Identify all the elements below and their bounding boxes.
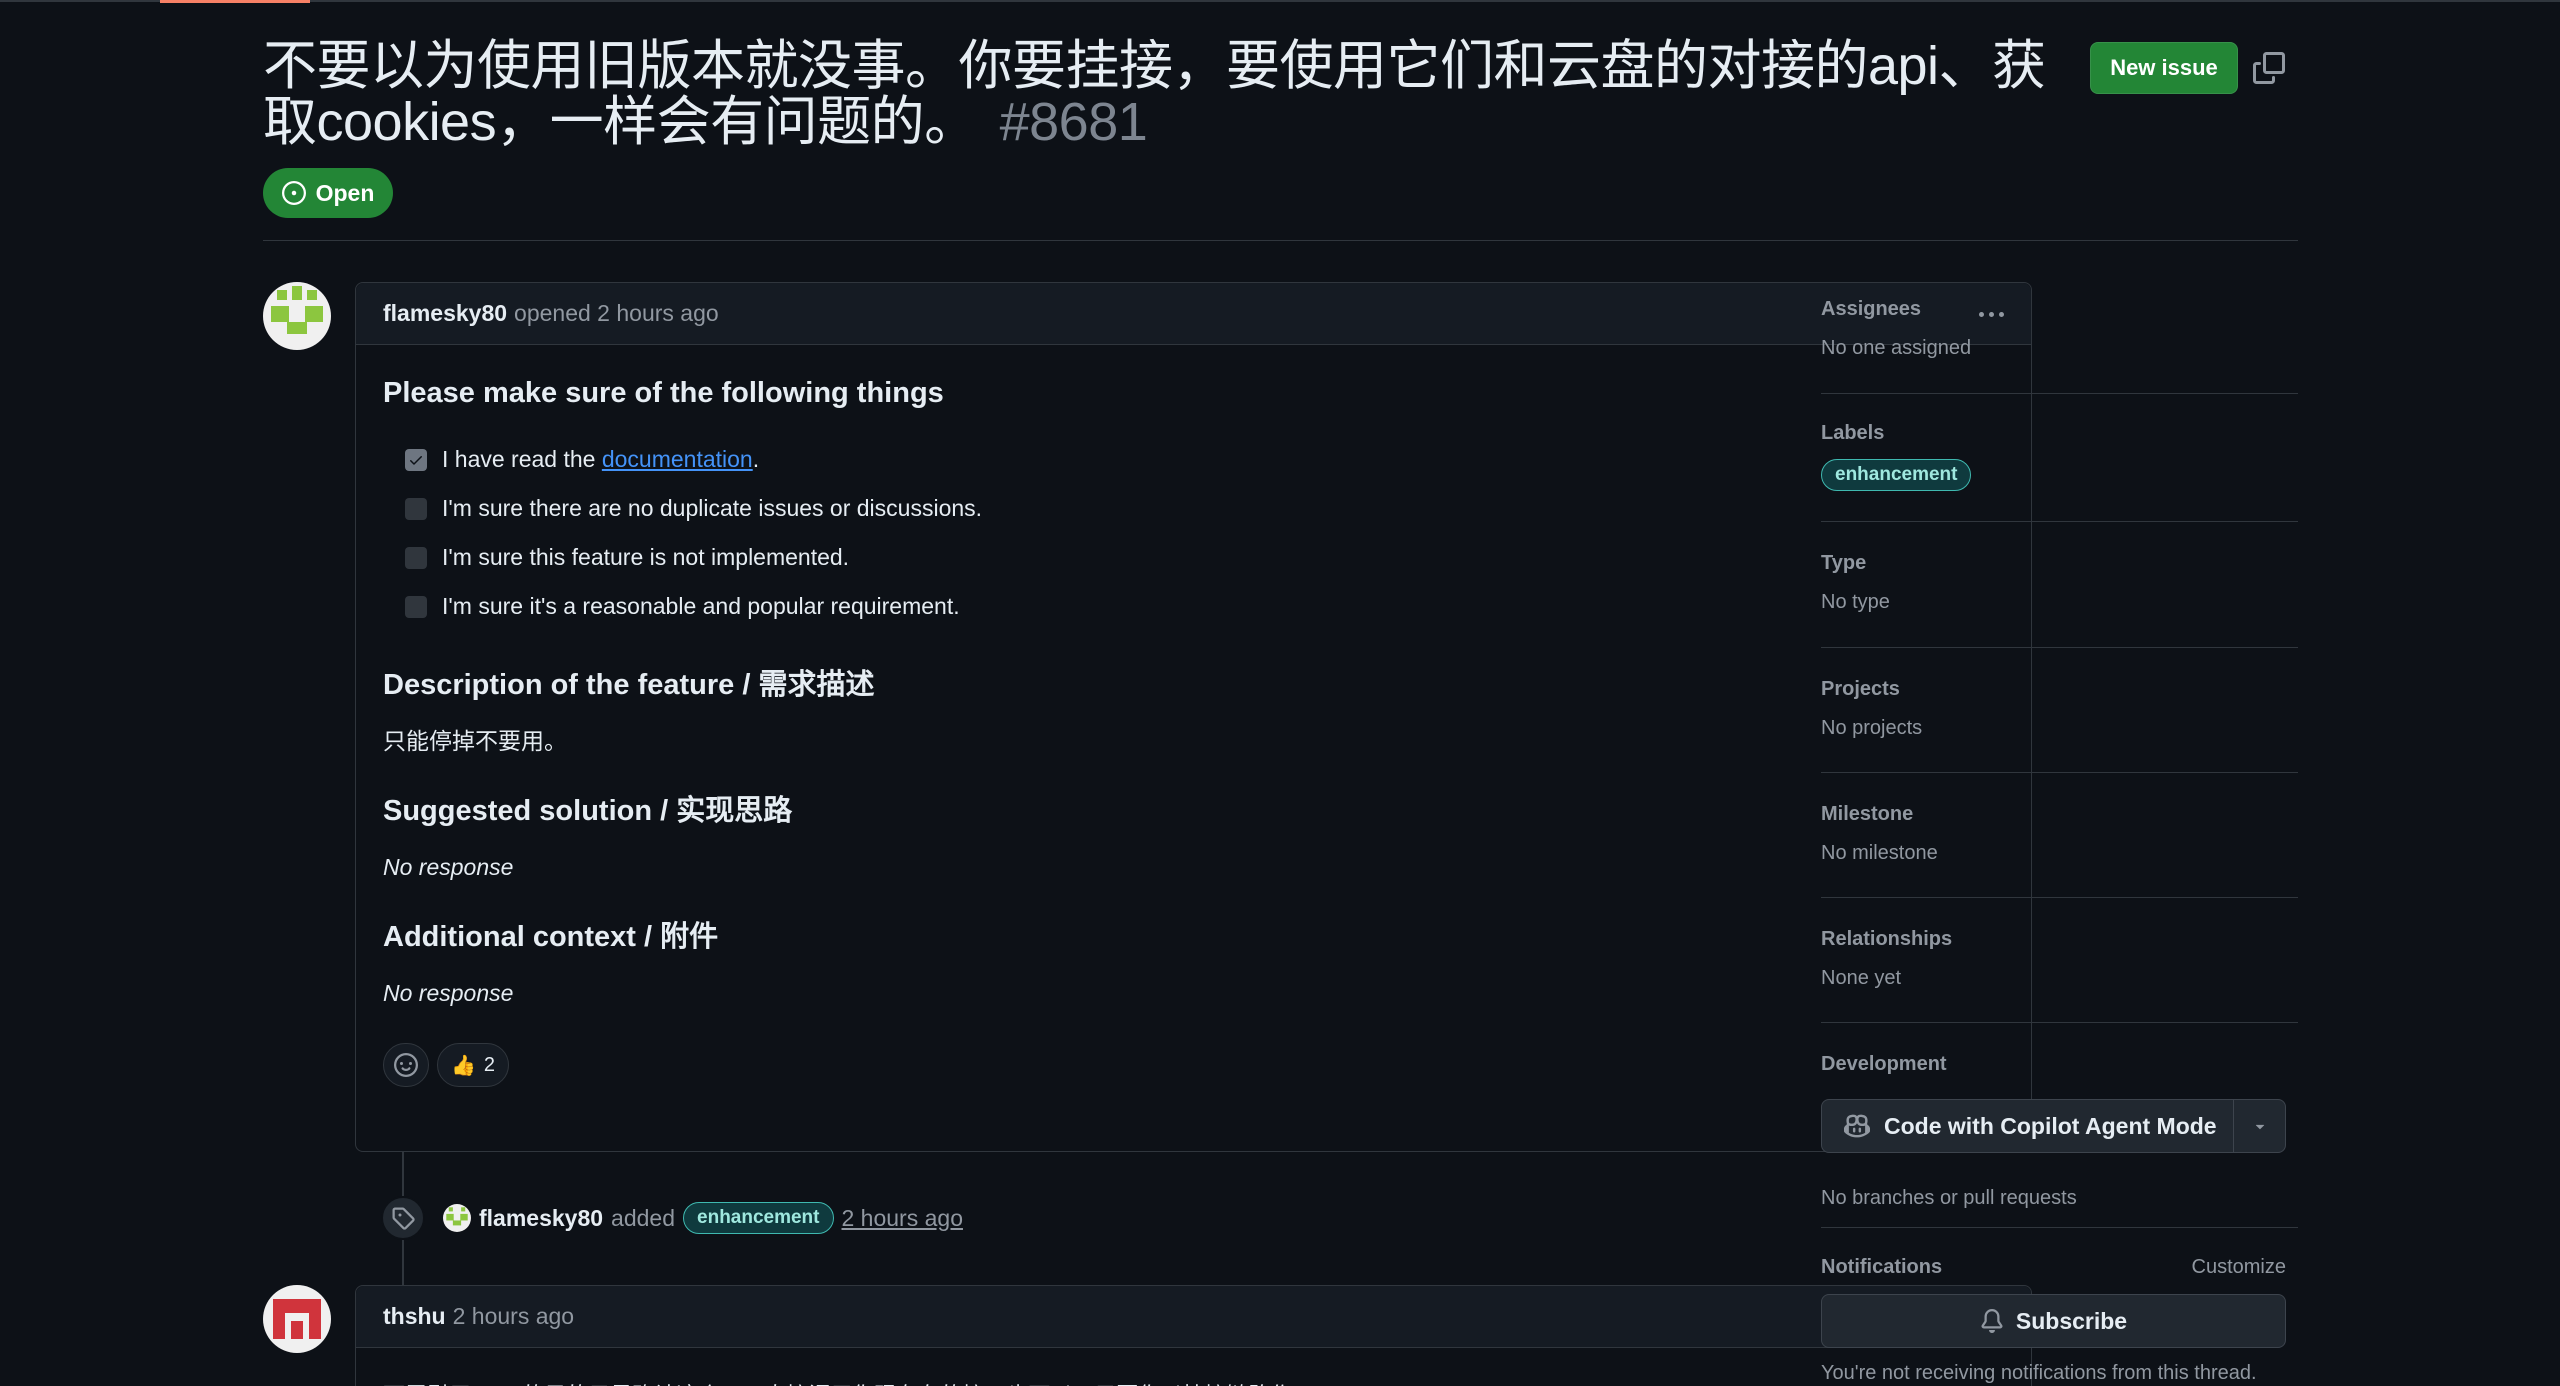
checklist-item: I have read the documentation. [405, 435, 2004, 484]
bell-icon [1981, 1309, 2003, 1333]
event-author[interactable]: flamesky80 [479, 1205, 603, 1232]
event-action: added [611, 1204, 676, 1231]
sidebar-value: No type [1821, 591, 1890, 613]
checklist-text: I'm sure it's a reasonable and popular r… [442, 593, 960, 619]
issue-title-text: 不要以为使用旧版本就没事。你要挂接，要使用它们和云盘的对接的api、获取cook… [263, 36, 2046, 152]
issue-open-icon [281, 181, 306, 205]
header-divider [263, 240, 2298, 241]
sidebar-heading: Assignees [1821, 298, 1922, 320]
checkbox-unchecked[interactable] [405, 546, 427, 569]
sidebar-value: You're not receiving notifications from … [1821, 1362, 2257, 1384]
add-reaction-button[interactable] [383, 1043, 429, 1087]
copilot-agent-main[interactable]: Code with Copilot Agent Mode [1822, 1100, 2233, 1152]
reaction-count: 2 [483, 1053, 496, 1076]
checkbox-checked[interactable] [405, 448, 427, 471]
section-body-description: 只能停掉不要用。 [383, 728, 567, 754]
sidebar-relationships[interactable]: Relationships None yet [1821, 898, 2298, 1023]
triangle-down-icon [2255, 1124, 2264, 1130]
timeline-line [402, 1152, 404, 1196]
reactions-bar: 👍 2 [383, 1043, 2004, 1087]
sidebar-heading: Development [1821, 1053, 1947, 1075]
sidebar-assignees[interactable]: Assignees No one assigned [1821, 282, 2298, 394]
checklist-text: I have read the documentation. [442, 446, 760, 472]
avatar-thshu[interactable] [263, 1285, 331, 1353]
checklist-item: I'm sure this feature is not implemented… [405, 533, 2004, 582]
issue-state-badge: Open [263, 168, 393, 218]
sidebar-heading: Relationships [1821, 928, 1953, 950]
section-body-context: No response [383, 980, 514, 1006]
comment-body: Please make sure of the following things… [356, 345, 2031, 1115]
checklist-text: I'm sure there are no duplicate issues o… [442, 495, 983, 521]
section-heading-description: Description of the feature / 需求描述 [383, 669, 875, 701]
checklist-item: I'm sure there are no duplicate issues o… [405, 484, 2004, 533]
label-enhancement[interactable]: enhancement [1821, 459, 1972, 491]
comment-meta[interactable]: 2 hours ago [453, 1303, 574, 1330]
copilot-agent-button[interactable]: Code with Copilot Agent Mode [1821, 1099, 2286, 1153]
sidebar-value: No milestone [1821, 842, 1938, 864]
sidebar-heading: Projects [1821, 678, 1900, 700]
comment-header: thshu 2 hours ago [356, 1286, 2031, 1348]
issue-number: #8681 [999, 92, 1148, 152]
sidebar-development: Development Code with Copilot Agent Mode… [1821, 1023, 2298, 1228]
sidebar-labels[interactable]: Labels enhancement [1821, 394, 2298, 522]
customize-notifications-link[interactable]: Customize [2192, 1256, 2286, 1279]
sidebar-heading: Labels [1821, 422, 1885, 444]
sidebar-value: None yet [1821, 967, 1902, 989]
sidebar-notifications: Notifications Customize Subscribe You're… [1821, 1228, 2298, 1384]
thumbs-up-reaction-button[interactable]: 👍 2 [437, 1043, 509, 1087]
copilot-icon [1844, 1114, 1870, 1138]
subscribe-label: Subscribe [2015, 1307, 2128, 1334]
tag-icon [381, 1196, 425, 1240]
checklist: I have read the documentation. I'm sure … [405, 435, 2004, 631]
issue-title: 不要以为使用旧版本就没事。你要挂接，要使用它们和云盘的对接的api、获取cook… [263, 38, 2053, 150]
avatar-flamesky80[interactable] [263, 282, 331, 350]
sidebar-heading: Milestone [1821, 803, 1914, 825]
timeline-label-event: flamesky80 added enhancement 2 hours ago [443, 1198, 963, 1238]
comment-header: flamesky80 opened 2 hours ago [356, 283, 2031, 345]
issue-sidebar: Assignees No one assigned Labels enhance… [1821, 282, 2298, 1384]
thumbs-up-icon: 👍 [450, 1054, 476, 1077]
documentation-link[interactable]: documentation [602, 446, 753, 472]
checkbox-unchecked[interactable] [405, 497, 427, 520]
checkbox-unchecked[interactable] [405, 595, 427, 618]
timeline-line [402, 1240, 404, 1285]
sidebar-heading: Type [1821, 552, 1867, 574]
issue-page: 不要以为使用旧版本就没事。你要挂接，要使用它们和云盘的对接的api、获取cook… [263, 0, 2298, 1386]
issue-body-comment: flamesky80 opened 2 hours ago Please mak… [355, 282, 2032, 1152]
sidebar-value: No branches or pull requests [1821, 1187, 2077, 1209]
copilot-agent-label: Code with Copilot Agent Mode [1884, 1112, 2217, 1139]
sidebar-value: No one assigned [1821, 337, 1972, 359]
comment-author[interactable]: flamesky80 [383, 300, 507, 327]
new-issue-button[interactable]: New issue [2090, 42, 2238, 94]
checklist-heading: Please make sure of the following things [383, 377, 944, 409]
label-enhancement[interactable]: enhancement [683, 1202, 834, 1234]
sidebar-milestone[interactable]: Milestone No milestone [1821, 773, 2298, 898]
copy-link-icon[interactable] [2253, 52, 2285, 84]
comment-thshu: thshu 2 hours ago 下层引用api，的目的只是确认这个——直接调… [355, 1285, 2032, 1386]
section-heading-context: Additional context / 附件 [383, 921, 719, 953]
sidebar-value: No projects [1821, 717, 1923, 739]
checklist-text: I'm sure this feature is not implemented… [442, 544, 850, 570]
sidebar-projects[interactable]: Projects No projects [1821, 648, 2298, 773]
checklist-item: I'm sure it's a reasonable and popular r… [405, 582, 2004, 631]
comment-author[interactable]: thshu [383, 1303, 446, 1330]
event-avatar[interactable] [443, 1204, 471, 1232]
issue-state-label: Open [315, 179, 375, 206]
section-heading-solution: Suggested solution / 实现思路 [383, 795, 793, 827]
copilot-dropdown-caret[interactable] [2233, 1100, 2285, 1152]
section-body-solution: No response [383, 854, 514, 880]
sidebar-type[interactable]: Type No type [1821, 522, 2298, 648]
subscribe-button[interactable]: Subscribe [1821, 1294, 2286, 1348]
event-time[interactable]: 2 hours ago [842, 1205, 963, 1232]
smiley-icon [394, 1053, 418, 1077]
comment-meta[interactable]: opened 2 hours ago [514, 300, 719, 327]
comment-body-partial: 下层引用api，的目的只是确认这个——直接调用你现有存的接口也可以。只要你以挂接… [383, 1378, 1311, 1386]
